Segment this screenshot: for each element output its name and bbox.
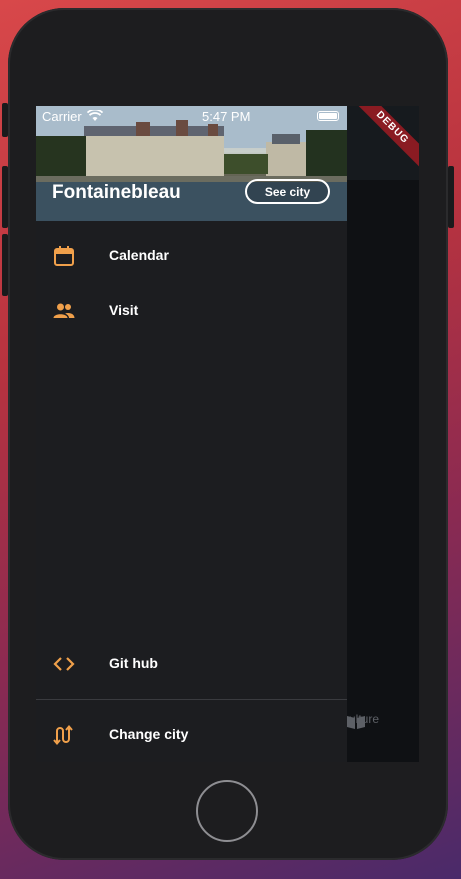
people-icon — [53, 303, 75, 318]
power-button — [448, 166, 454, 228]
menu-item-label: Change city — [109, 726, 189, 742]
clock: 5:47 PM — [202, 109, 251, 124]
drawer-header: Carrier 5:47 PM Fontainebleau See city — [36, 106, 347, 221]
volume-up-button — [2, 166, 8, 228]
city-title: Fontainebleau — [52, 182, 181, 203]
divider — [36, 699, 347, 700]
status-bar: Carrier 5:47 PM — [36, 106, 347, 126]
battery-icon — [317, 111, 339, 121]
home-button[interactable] — [196, 780, 258, 842]
navigation-drawer: Carrier 5:47 PM Fontainebleau See city C… — [36, 106, 347, 762]
see-city-button[interactable]: See city — [245, 179, 330, 204]
menu-item-label: Calendar — [109, 247, 169, 263]
volume-down-button — [2, 234, 8, 296]
screen: DEBUG ulture Carrier 5:47 PM Fontaineble… — [36, 106, 419, 762]
wifi-icon — [87, 110, 103, 121]
carrier-label: Carrier — [42, 109, 82, 124]
mute-switch — [2, 103, 8, 137]
menu-item-label: Git hub — [109, 655, 158, 671]
menu-item-calendar[interactable]: Calendar — [36, 231, 347, 281]
menu-item-label: Visit — [109, 302, 139, 318]
calendar-icon — [54, 246, 74, 266]
menu-item-visit[interactable]: Visit — [36, 286, 347, 336]
code-icon — [53, 657, 75, 671]
menu-item-github[interactable]: Git hub — [36, 639, 347, 689]
menu-item-change-city[interactable]: Change city — [36, 710, 347, 760]
swap-icon — [53, 724, 73, 746]
